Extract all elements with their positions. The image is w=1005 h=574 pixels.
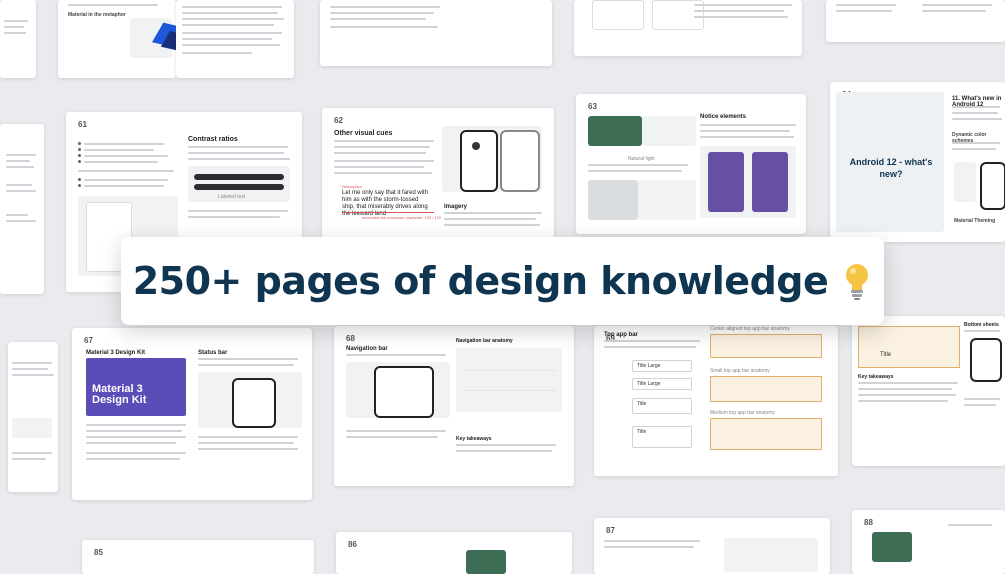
page-63: 63 Natural light Notice elements [576, 94, 806, 234]
page-number: 68 [346, 334, 355, 343]
page-top-3 [176, 0, 294, 78]
page-86: 86 [336, 532, 572, 574]
page-68: 68 Navigation bar Navigation bar anatomy… [334, 326, 574, 486]
page-number: 86 [348, 540, 357, 549]
figure-caption: Natural light [628, 156, 655, 162]
key-takeaways: Key takeaways [858, 374, 894, 380]
headline-text: 250+ pages of design knowledge [132, 259, 829, 303]
description-label: Description [342, 184, 363, 189]
collage-background: Material in the metaphor 61 Contrast rat… [0, 0, 1005, 574]
page-number: 85 [94, 548, 103, 557]
page-top-5 [574, 0, 802, 56]
example-quote: Let me only say that it fared with him a… [342, 190, 429, 217]
subsection-heading: Navigation bar anatomy [456, 338, 513, 344]
page-number: 87 [606, 526, 615, 535]
section-heading: Contrast ratios [188, 136, 238, 143]
page-top-2: Material in the metaphor [58, 0, 176, 78]
page-number: 63 [588, 102, 597, 111]
design-kit-cover: Material 3 Design Kit [86, 358, 186, 416]
section-heading: Status bar [198, 350, 228, 356]
title-label: Title [880, 352, 892, 358]
right-title: Bottom sheets [964, 322, 999, 328]
android-title: Android 12 - what's new? [849, 157, 933, 179]
subsection-heading: Imagery [444, 204, 468, 210]
right-caption-2: Medium top app bar anatomy [710, 410, 776, 416]
page-number: 62 [334, 116, 343, 125]
figure-caption: Labeled text [218, 194, 246, 200]
page-69: 69 Top app bar Title Large Title Large T… [594, 326, 838, 476]
section-heading: Other visual cues [334, 130, 393, 137]
section-heading: Top app bar [604, 332, 638, 338]
page-87: 87 [594, 518, 830, 574]
page-top-1 [0, 0, 36, 78]
headline-banner: 250+ pages of design knowledge [121, 237, 884, 325]
page-67: 67 Material 3 Design Kit Material 3 Desi… [72, 328, 312, 500]
title-field-2: Title Large [632, 378, 692, 390]
key-takeaways: Key takeaways [456, 436, 492, 442]
title-field-4: Title [632, 426, 692, 448]
error-message: exceeded the maximum character: 130 / 12… [362, 215, 442, 220]
section-heading: Navigation bar [346, 346, 388, 352]
right-caption: Small top app bar anatomy [710, 368, 770, 374]
lightbulb-icon [842, 261, 872, 301]
right-title: Center aligned top app bar anatomy [710, 326, 790, 332]
page-top-4 [320, 0, 552, 66]
page-caption: Material in the metaphor [68, 12, 126, 18]
page-88: 88 [852, 510, 1005, 574]
page-64: 64 Android 12 - what's new? 11. What's n… [830, 82, 1005, 242]
page-number: 67 [84, 336, 93, 345]
page-85: 85 [82, 540, 314, 574]
page-side-left-2 [8, 342, 58, 492]
page-number: 88 [864, 518, 873, 527]
page-number: 61 [78, 120, 87, 129]
section-heading: Notice elements [700, 114, 747, 120]
page-title: Material 3 Design Kit [86, 350, 146, 356]
title-field-3: Title [632, 398, 692, 414]
right-footer: Material Theming [954, 218, 996, 224]
page-side-left [0, 124, 44, 294]
page-top-6 [826, 0, 1005, 42]
page-70: Title Key takeaways Bottom sheets [852, 316, 1005, 466]
title-field-1: Title Large [632, 360, 692, 372]
